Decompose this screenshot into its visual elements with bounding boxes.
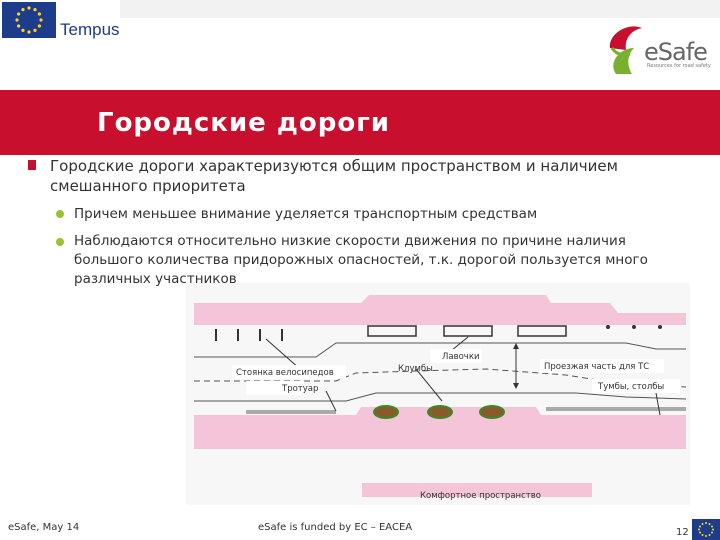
label-carriageway: Проезжая часть для ТС — [544, 362, 649, 372]
grey-curb-right — [546, 407, 686, 411]
road-diagram: Стоянка велосипедов Тротуар Лавочки Клум… — [186, 283, 690, 505]
footer-funding: eSafe is funded by EC – EACEA — [258, 522, 413, 533]
footer-date: eSafe, May 14 — [8, 522, 80, 533]
subpoint-2: Наблюдаются относительно низкие скорости… — [74, 233, 648, 287]
esafe-tagline: Resources for road safety — [647, 63, 711, 69]
label-sidewalk: Тротуар — [281, 384, 318, 394]
page-number: 12 — [676, 527, 689, 538]
label-benches: Лавочки — [442, 352, 480, 362]
header-grey-strip — [120, 0, 720, 18]
page-title: Городские дороги — [97, 108, 390, 138]
subpoint-1: Причем меньшее внимание уделяется трансп… — [74, 206, 538, 222]
label-comfort-zone: Комфортное пространство — [420, 491, 541, 501]
flowerbed-icons — [373, 405, 505, 419]
label-posts: Тумбы, столбы — [597, 382, 664, 392]
esafe-logo-text: eSafe — [644, 38, 708, 66]
label-flowerbeds: Клумбы — [398, 364, 433, 374]
eu-flag-logo — [2, 2, 56, 38]
main-point: Городские дороги характеризуются общим п… — [50, 157, 618, 195]
eu-flag-mini-icon — [692, 519, 720, 540]
subpoint-bullet-1 — [56, 210, 64, 218]
label-bicycle-parking: Стоянка велосипедов — [236, 368, 334, 378]
subpoint-bullet-2 — [56, 238, 64, 246]
tempus-logo-text: Tempus — [60, 20, 120, 39]
grey-curb-left — [246, 410, 336, 414]
main-bullet-marker — [28, 160, 36, 170]
